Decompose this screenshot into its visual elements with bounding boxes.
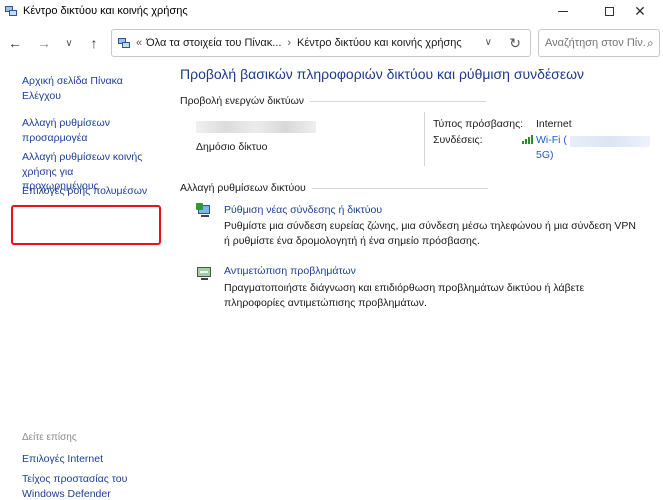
active-networks-heading-label: Προβολή ενεργών δικτύων <box>180 95 305 107</box>
wifi-signal-icon <box>522 134 534 144</box>
network-setup-icon <box>196 203 214 219</box>
forward-button[interactable]: → <box>33 28 55 58</box>
up-button[interactable]: ↑ <box>83 28 105 58</box>
wifi-connection-link-suffix[interactable]: 5G) <box>536 149 554 161</box>
refresh-icon[interactable]: ↻ <box>509 35 521 52</box>
address-bar[interactable]: « Όλα τα στοιχεία του Πίνακ... › Κέντρο … <box>111 29 531 57</box>
minimize-icon <box>558 10 568 12</box>
sidebar-item-defender-firewall[interactable]: Τείχος προστασίας του Windows Defender <box>22 472 152 500</box>
troubleshoot-link[interactable]: Αντιμετώπιση προβλημάτων <box>224 265 356 277</box>
see-also-heading: Δείτε επίσης <box>22 432 77 443</box>
active-networks-heading: Προβολή ενεργών δικτύων <box>180 95 487 107</box>
breadcrumb-separator-icon[interactable]: › <box>287 37 291 49</box>
close-button[interactable]: ✕ <box>617 0 663 22</box>
setup-new-connection-description: Ρυθμίστε μια σύνδεση ευρείας ζώνης, μια … <box>224 220 636 247</box>
close-icon: ✕ <box>634 3 646 19</box>
section-divider <box>310 100 487 102</box>
network-center-icon <box>5 5 17 17</box>
breadcrumb-all-items[interactable]: Όλα τα στοιχεία του Πίνακ... <box>146 37 281 49</box>
breadcrumb-network-center[interactable]: Κέντρο δικτύου και κοινής χρήσης <box>297 37 462 49</box>
wifi-ssid-redacted <box>570 136 650 147</box>
recent-locations-button[interactable]: ∨ <box>58 28 80 58</box>
title-bar: Κέντρο δικτύου και κοινής χρήσης ✕ <box>0 0 663 22</box>
section-divider <box>311 187 488 189</box>
wifi-connection-link[interactable]: Wi-Fi ( <box>536 134 567 146</box>
connections-label: Συνδέσεις: <box>433 134 483 146</box>
sidebar-item-internet-options[interactable]: Επιλογές Internet <box>22 452 152 467</box>
control-panel-icon <box>118 37 130 49</box>
search-icon[interactable]: ⌕ <box>647 36 654 51</box>
highlight-box <box>11 205 161 245</box>
arrow-up-icon: ↑ <box>90 35 98 51</box>
sidebar-item-control-panel-home[interactable]: Αρχική σελίδα Πίνακα Ελέγχου <box>22 74 152 103</box>
page-title: Προβολή βασικών πληροφοριών δικτύου και … <box>180 66 584 82</box>
sidebar-item-media-streaming[interactable]: Επιλογές ροής πολυμέσων <box>22 184 152 199</box>
arrow-right-icon: → <box>37 35 51 51</box>
network-name-redacted <box>196 121 316 133</box>
access-type-value: Internet <box>536 118 572 130</box>
troubleshoot-description: Πραγματοποιήστε διάγνωση και επιδιόρθωση… <box>224 282 585 309</box>
change-settings-heading: Αλλαγή ρυθμίσεων δικτύου <box>180 182 488 194</box>
search-input[interactable] <box>545 37 645 49</box>
sidebar-item-change-adapter-settings[interactable]: Αλλαγή ρυθμίσεων προσαρμογέα <box>22 116 152 145</box>
arrow-left-icon: ← <box>8 35 22 51</box>
window-title: Κέντρο δικτύου και κοινής χρήσης <box>23 5 188 17</box>
change-settings-heading-label: Αλλαγή ρυθμίσεων δικτύου <box>180 182 306 194</box>
vertical-divider <box>424 112 425 166</box>
sidebar: Αρχική σελίδα Πίνακα Ελέγχου Αλλαγή ρυθμ… <box>0 62 165 500</box>
back-button[interactable]: ← <box>4 28 26 58</box>
troubleshoot-icon <box>196 265 214 281</box>
setup-new-connection-link[interactable]: Ρύθμιση νέας σύνδεσης ή δικτύου <box>224 204 382 216</box>
navigation-bar: ← → ∨ ↑ « Όλα τα στοιχεία του Πίνακ... ›… <box>0 28 663 58</box>
address-dropdown-icon[interactable]: ∨ <box>485 37 492 48</box>
maximize-icon <box>604 6 614 16</box>
breadcrumb-overflow[interactable]: « <box>136 37 142 49</box>
network-type-link[interactable]: Δημόσιο δίκτυο <box>196 141 267 153</box>
chevron-down-icon: ∨ <box>65 37 73 49</box>
minimize-button[interactable] <box>540 0 586 22</box>
access-type-label: Τύπος πρόσβασης: <box>433 118 524 130</box>
search-box[interactable]: ⌕ <box>538 29 660 57</box>
